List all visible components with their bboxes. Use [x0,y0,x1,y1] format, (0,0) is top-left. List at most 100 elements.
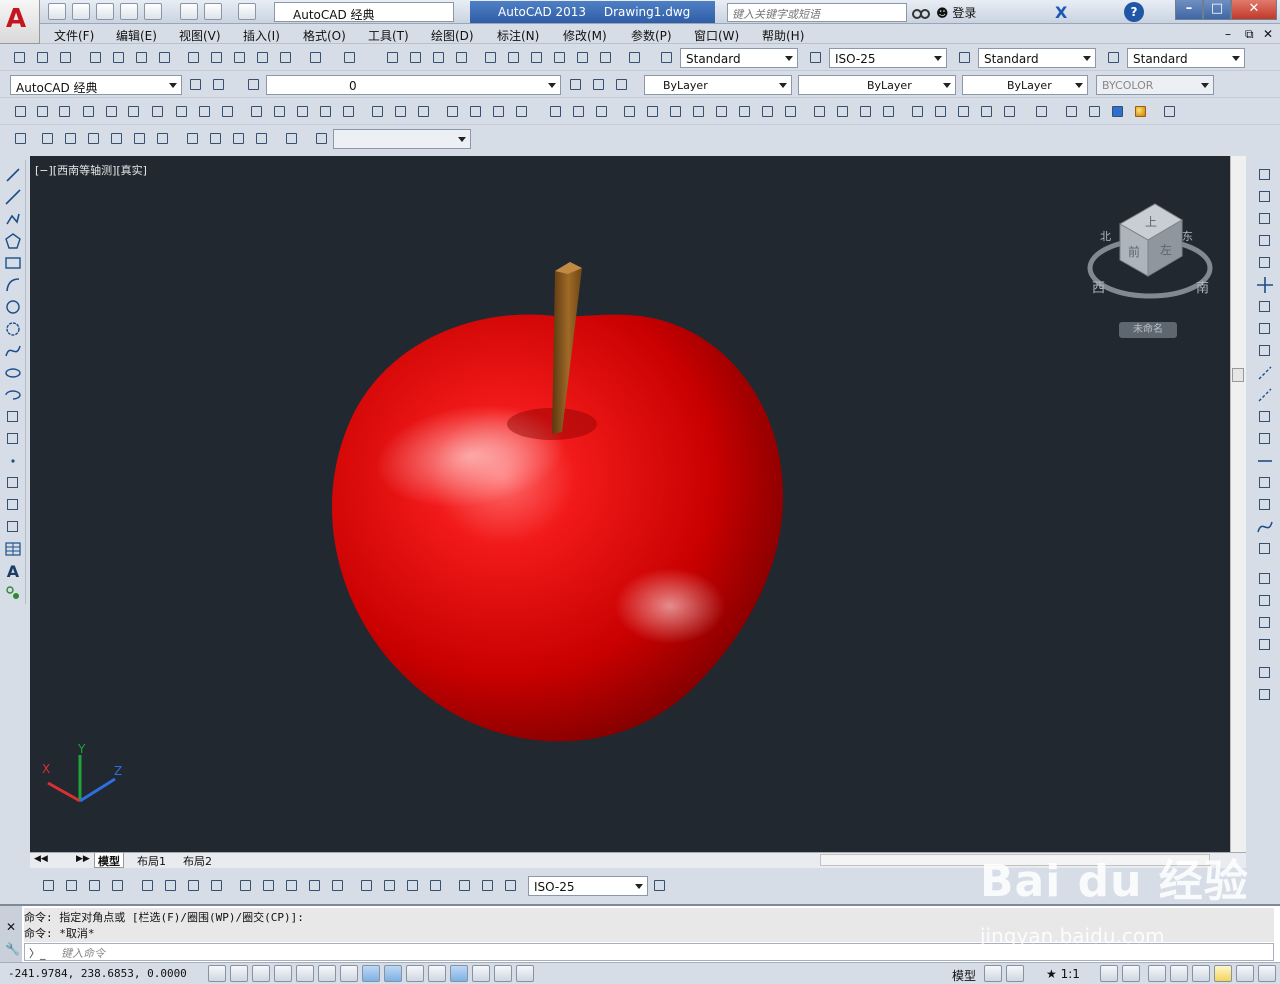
separate-icon[interactable] [908,102,926,120]
back-view-icon[interactable] [153,129,171,147]
hatch-icon[interactable] [4,474,22,492]
box-icon[interactable] [33,102,51,120]
tab-layout2[interactable]: 布局2 [180,853,215,868]
exchange-icon[interactable]: X [1055,3,1073,22]
close-button[interactable]: ✕ [1231,0,1277,20]
break-icon[interactable] [1256,430,1274,448]
chamfer-icon[interactable] [1256,474,1274,492]
ucs-select[interactable] [333,129,471,149]
pan-icon[interactable] [383,48,401,66]
explode-icon[interactable] [1256,540,1274,558]
tab-model[interactable]: 模型 [94,853,124,868]
loft-icon[interactable] [339,102,357,120]
undo-toolbar-icon[interactable] [306,48,324,66]
arc-icon[interactable] [4,276,22,294]
dim-edit-icon[interactable] [455,876,473,894]
aligned-dim-icon[interactable] [62,876,80,894]
workspace-switching-icon[interactable] [1148,965,1166,982]
section-icon[interactable] [1000,102,1018,120]
ellipse-arc-icon[interactable] [4,386,22,404]
paste-icon[interactable] [230,48,248,66]
doc-close-icon[interactable]: ✕ [1263,27,1273,41]
linear-dim-icon[interactable] [39,876,57,894]
layer-previous-icon[interactable] [589,75,607,93]
viewcube[interactable]: 上 前 左 北 东 西 南 未命名 [1080,196,1220,346]
match-properties-icon[interactable] [276,48,294,66]
stretch-icon[interactable] [1256,342,1274,360]
command-close-icon[interactable]: ✕ [6,920,16,934]
object-snap-tracking-icon[interactable] [362,965,380,982]
menu-edit[interactable]: 编辑(E) [116,27,157,44]
selection-cycling-icon[interactable] [494,965,512,982]
menu-dimension[interactable]: 标注(N) [497,27,539,44]
check-icon[interactable] [954,102,972,120]
save-file-icon[interactable] [56,48,74,66]
layer-properties-icon[interactable] [244,75,262,93]
doc-restore-icon[interactable]: ⧉ [1245,27,1254,42]
menu-parametric[interactable]: 参数(P) [631,27,672,44]
realistic-icon[interactable] [1131,102,1149,120]
dynamic-input-icon[interactable] [406,965,424,982]
workspace-switcher[interactable]: AutoCAD 经典 [274,2,454,22]
array-icon[interactable] [1256,254,1274,272]
ne-iso-view-icon[interactable] [229,129,247,147]
menu-help[interactable]: 帮助(H) [762,27,804,44]
tab-nav-first-icon[interactable]: ◀◀ [34,854,48,864]
fillet-icon[interactable] [1256,496,1274,514]
se-iso-view-icon[interactable] [206,129,224,147]
menu-format[interactable]: 格式(O) [303,27,346,44]
menu-tools[interactable]: 工具(T) [368,27,409,44]
quickcalc-icon[interactable] [596,48,614,66]
copy-edges-icon[interactable] [810,102,828,120]
make-current-layer-icon[interactable] [566,75,584,93]
lineweight-toggle-icon[interactable] [428,965,446,982]
text-style-select[interactable]: Standard [680,48,798,68]
redo-icon[interactable] [238,3,256,20]
redo-toolbar-icon[interactable] [340,48,358,66]
print-preview-icon[interactable] [109,48,127,66]
ortho-mode-icon[interactable] [274,965,292,982]
dim-space-icon[interactable] [305,876,323,894]
scroll-thumb[interactable] [1232,368,1244,382]
join-icon[interactable] [1256,452,1274,470]
taper-faces-icon[interactable] [735,102,753,120]
dim-update-icon[interactable] [501,876,519,894]
break-at-point-icon[interactable] [1256,408,1274,426]
hatch-to-back-icon[interactable] [1256,686,1274,704]
copy-object-icon[interactable] [1256,188,1274,206]
cone-icon[interactable] [79,102,97,120]
menu-modify[interactable]: 修改(M) [563,27,607,44]
toolbar-lock-status-icon[interactable] [1170,965,1188,982]
cylinder-icon[interactable] [124,102,142,120]
front-view-icon[interactable] [130,129,148,147]
menu-window[interactable]: 窗口(W) [694,27,739,44]
revolve-icon[interactable] [316,102,334,120]
construction-line-icon[interactable] [4,188,22,206]
text-style-icon[interactable] [657,48,675,66]
diameter-dim-icon[interactable] [184,876,202,894]
mleader-style-icon[interactable] [1104,48,1122,66]
draw-order-under-icon[interactable] [1256,636,1274,654]
3d-array-icon[interactable] [512,102,530,120]
center-mark-icon[interactable] [380,876,398,894]
search-input[interactable]: 键入关键字或短语 [727,3,907,22]
open-file-icon[interactable] [33,48,51,66]
slice-icon[interactable] [977,102,995,120]
jogged-dim-icon[interactable] [161,876,179,894]
nw-iso-view-icon[interactable] [252,129,270,147]
subtract-icon[interactable] [391,102,409,120]
extrude-icon[interactable] [247,102,265,120]
save-icon[interactable] [96,3,114,20]
solid-subtract-icon[interactable] [569,102,587,120]
trim-icon[interactable] [1256,364,1274,382]
text-to-front-icon[interactable] [1256,664,1274,682]
wireframe-3d-icon[interactable] [1085,102,1103,120]
menu-draw[interactable]: 绘图(D) [431,27,474,44]
sheet-set-icon[interactable] [550,48,568,66]
delete-faces-icon[interactable] [689,102,707,120]
status-bar-menu-icon[interactable] [1236,965,1254,982]
qnew-icon[interactable] [10,48,28,66]
grid-display-icon[interactable] [252,965,270,982]
zoom-window-icon[interactable] [429,48,447,66]
circle-icon[interactable] [4,298,22,316]
